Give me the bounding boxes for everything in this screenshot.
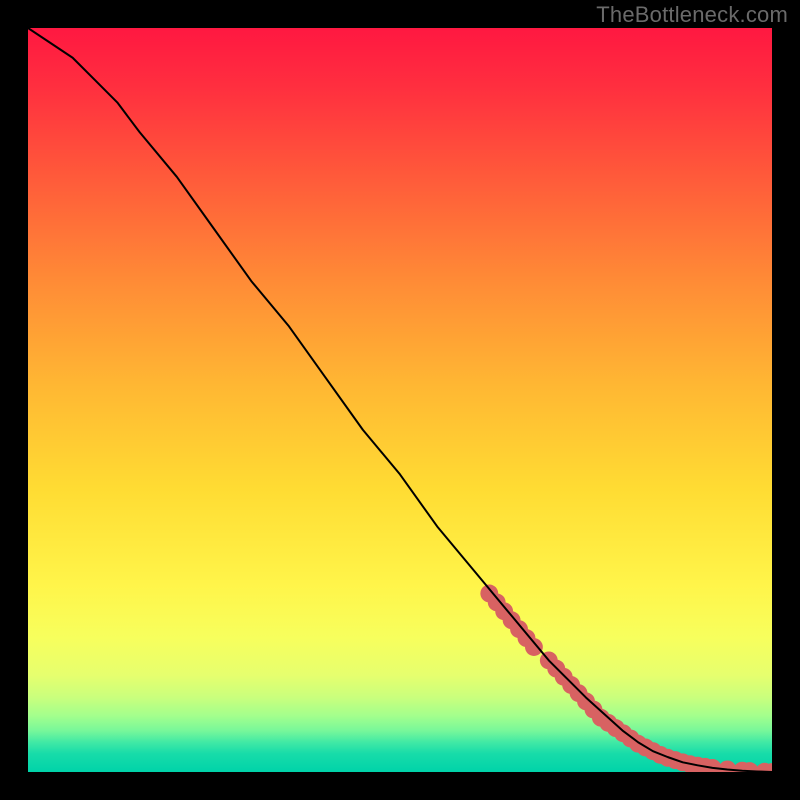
watermark-text: TheBottleneck.com — [596, 2, 788, 28]
chart-overlay — [28, 28, 772, 772]
curve-path — [28, 28, 772, 772]
scatter-point — [525, 638, 543, 656]
scatter-points-group — [480, 585, 772, 772]
chart-frame: TheBottleneck.com — [0, 0, 800, 800]
plot-area — [28, 28, 772, 772]
